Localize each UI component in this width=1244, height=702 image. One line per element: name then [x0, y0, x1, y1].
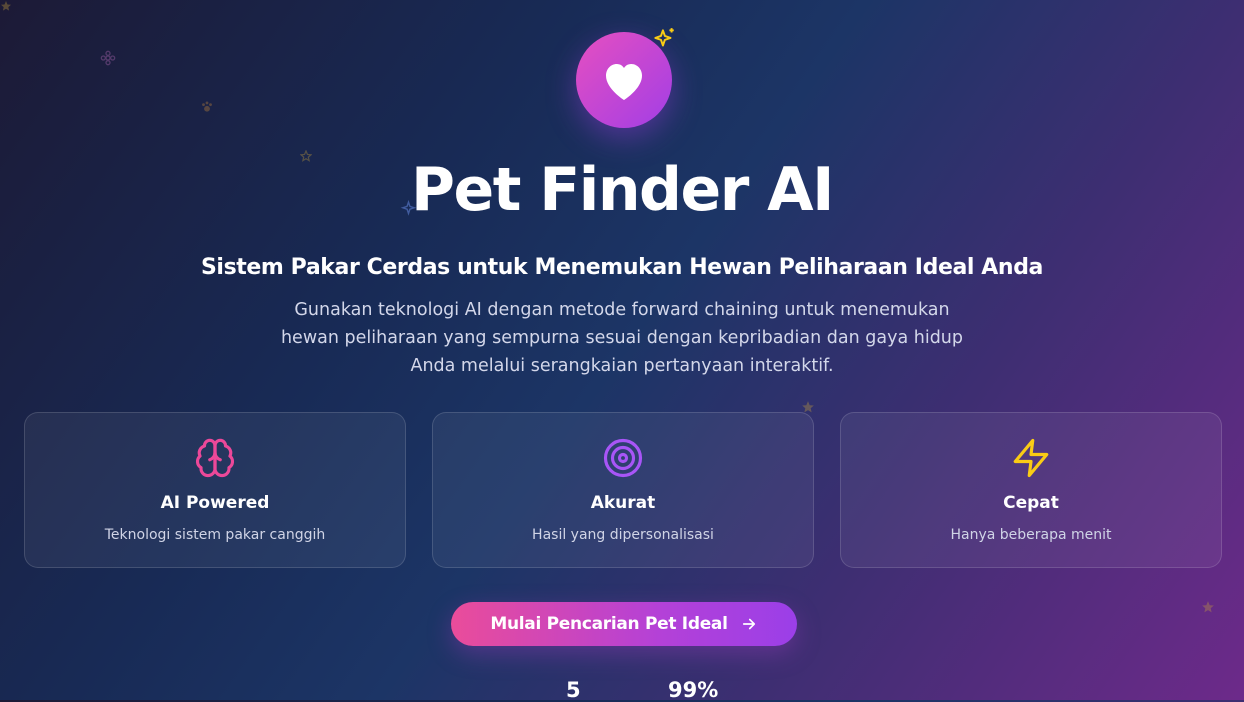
description-line: Gunakan teknologi AI dengan metode forwa…: [294, 300, 950, 320]
stat-value: 99%: [668, 678, 719, 702]
feature-card-akurat: Akurat Hasil yang dipersonalisasi: [432, 412, 814, 568]
feature-title: AI Powered: [160, 493, 270, 513]
feature-title: Akurat: [590, 493, 656, 513]
page-subtitle: Sistem Pakar Cerdas untuk Menemukan Hewa…: [200, 255, 1043, 280]
star-decoration-icon: [1202, 601, 1214, 613]
description-line: Anda melalui serangkaian pertanyaan inte…: [410, 356, 834, 376]
feature-description: Teknologi sistem pakar canggih: [104, 527, 326, 543]
zap-icon: [1013, 438, 1049, 478]
sparkles-icon: [654, 28, 674, 47]
arrow-right-icon: [742, 618, 755, 630]
paw-decoration-icon: [202, 101, 212, 112]
star-decoration-icon: [1, 1, 11, 11]
start-search-label: Mulai Pencarian Pet Ideal: [490, 614, 728, 634]
heart-icon: [606, 64, 642, 100]
page-description: Gunakan teknologi AI dengan metode forwa…: [262, 296, 982, 380]
flower-decoration-icon: [100, 50, 116, 66]
feature-card-ai-powered: AI Powered Teknologi sistem pakar canggi…: [24, 412, 406, 568]
feature-description: Hasil yang dipersonalisasi: [532, 527, 714, 543]
stat-value: 5: [566, 678, 581, 702]
description-line: hewan peliharaan yang sempurna sesuai de…: [280, 328, 964, 348]
page-title: Pet Finder AI: [411, 155, 834, 225]
feature-card-cepat: Cepat Hanya beberapa menit: [840, 412, 1222, 568]
feature-title: Cepat: [1003, 493, 1059, 513]
start-search-button[interactable]: Mulai Pencarian Pet Ideal: [451, 602, 797, 646]
target-icon: [603, 438, 643, 478]
feature-description: Hanya beberapa menit: [950, 527, 1112, 543]
brain-icon: [195, 438, 235, 478]
